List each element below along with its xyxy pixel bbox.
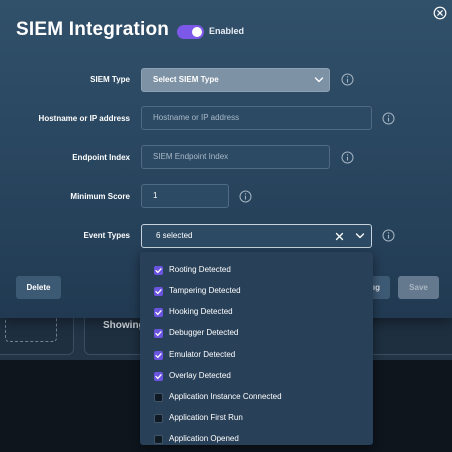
checkbox[interactable] — [154, 351, 163, 360]
info-icon[interactable] — [341, 73, 354, 86]
event-option[interactable]: Application Opened — [140, 430, 373, 445]
checkbox[interactable] — [154, 414, 163, 423]
event-option[interactable]: Application Instance Connected — [140, 388, 373, 409]
hostname-label: Hostname or IP address — [38, 114, 130, 123]
info-icon[interactable] — [382, 112, 395, 125]
siem-type-label: SIEM Type — [90, 75, 130, 84]
clear-icon[interactable] — [335, 232, 344, 241]
event-option-label: Emulator Detected — [169, 350, 236, 359]
event-types-select[interactable]: 6 selected — [141, 224, 372, 248]
check-icon — [155, 310, 162, 316]
save-button[interactable]: Save — [398, 276, 439, 299]
event-option-label: Application Opened — [169, 434, 239, 443]
check-icon — [155, 331, 162, 337]
event-option-label: Overlay Detected — [169, 371, 231, 380]
check-icon — [155, 374, 162, 380]
checkbox[interactable] — [154, 329, 163, 338]
event-option-label: Hooking Detected — [169, 307, 233, 316]
checkbox[interactable] — [154, 287, 163, 296]
close-icon[interactable] — [433, 6, 447, 20]
siem-type-value: Select SIEM Type — [153, 75, 219, 84]
event-option-label: Application First Run — [169, 413, 243, 422]
showing-text: Showing — [103, 320, 145, 331]
minimum-score-input[interactable]: 1 — [141, 184, 229, 208]
event-option-label: Tampering Detected — [169, 286, 241, 295]
check-icon — [155, 353, 162, 359]
chevron-down-icon — [314, 77, 324, 83]
check-icon — [155, 268, 162, 274]
event-option[interactable]: Hooking Detected — [140, 303, 373, 324]
hostname-input[interactable]: Hostname or IP address — [141, 106, 372, 130]
event-option[interactable]: Tampering Detected — [140, 282, 373, 303]
endpoint-index-input[interactable]: SIEM Endpoint Index — [141, 145, 330, 169]
event-option-label: Application Instance Connected — [169, 392, 282, 401]
event-types-value: 6 selected — [156, 231, 193, 240]
delete-button[interactable]: Delete — [16, 276, 61, 299]
event-option-label: Debugger Detected — [169, 328, 239, 337]
siem-type-select[interactable]: Select SIEM Type — [141, 68, 330, 92]
event-option[interactable]: Emulator Detected — [140, 346, 373, 367]
checkbox[interactable] — [154, 393, 163, 402]
info-icon[interactable] — [382, 229, 395, 242]
check-icon — [155, 289, 162, 295]
event-option[interactable]: Application First Run — [140, 409, 373, 430]
info-icon[interactable] — [239, 190, 252, 203]
enabled-label: Enabled — [209, 26, 245, 36]
event-option[interactable]: Debugger Detected — [140, 324, 373, 345]
chevron-down-icon[interactable] — [355, 232, 365, 240]
checkbox[interactable] — [154, 308, 163, 317]
event-option[interactable]: Overlay Detected — [140, 367, 373, 388]
info-icon[interactable] — [341, 151, 354, 164]
dashed-dropzone — [5, 314, 57, 342]
enabled-toggle[interactable] — [177, 25, 204, 39]
event-types-label: Event Types — [83, 231, 130, 240]
endpoint-index-label: Endpoint Index — [72, 153, 130, 162]
checkbox[interactable] — [154, 266, 163, 275]
event-types-dropdown: Rooting Detected Tampering Detected Hook… — [140, 252, 373, 445]
checkbox[interactable] — [154, 372, 163, 381]
event-option[interactable]: Rooting Detected — [140, 261, 373, 282]
event-option-label: Rooting Detected — [169, 265, 231, 274]
modal-title: SIEM Integration — [16, 19, 170, 40]
checkbox[interactable] — [154, 435, 163, 444]
minimum-score-label: Minimum Score — [70, 192, 130, 201]
toggle-knob — [192, 27, 202, 37]
